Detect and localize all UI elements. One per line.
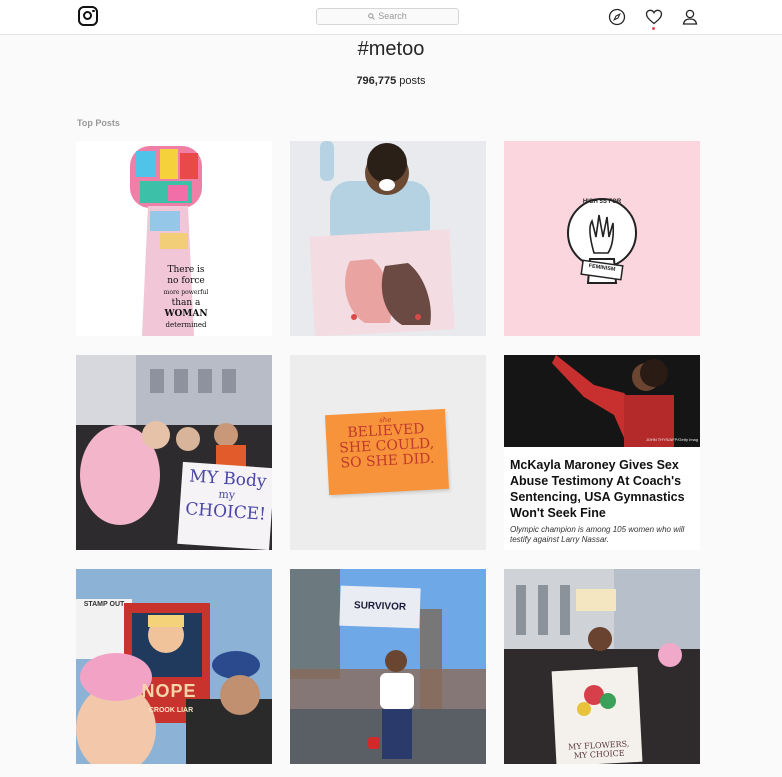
hashtag-title: #metoo [357, 38, 425, 60]
instagram-logo-icon[interactable] [78, 6, 98, 26]
post-tile[interactable]: There is no force more powerful than a W… [76, 141, 272, 336]
fist-text-line: more powerful [163, 289, 209, 296]
post-tile[interactable] [290, 141, 486, 336]
fist-text-line: no force [167, 276, 205, 286]
post-image-child-with-poster [290, 141, 486, 336]
news-headline: McKayla Maroney Gives Sex Abuse Testimon… [510, 458, 685, 520]
post-tile[interactable]: JOHN THYS/AFP/Getty Imag McKayla Maroney… [504, 355, 700, 550]
news-subline: Olympic champion is among 105 women who … [510, 525, 685, 544]
fist-text-line: WOMAN [164, 309, 208, 319]
fist-text-line: than a [171, 298, 201, 308]
search-placeholder: Search [378, 11, 407, 21]
section-label-top-posts: Top Posts [77, 118, 120, 128]
post-image-nope-sign [76, 569, 272, 764]
quote-card: she BELIEVED SHE COULD, SO SHE DID. [324, 408, 450, 496]
post-tile[interactable]: SURVIVOR [290, 569, 486, 764]
heart-icon[interactable] [645, 8, 663, 26]
top-navigation-bar: Search [0, 0, 782, 35]
badge-top-text: HIGH 5S FOR [582, 199, 622, 205]
post-tile[interactable]: MY Body my CHOICE! [76, 355, 272, 550]
fist-text-line: determined [165, 321, 207, 329]
fist-text-line: There is [167, 265, 205, 275]
post-image-feminism-badge [567, 198, 637, 284]
post-count: 796,775 posts [0, 75, 782, 87]
protest-sign: MY Body my CHOICE! [177, 461, 272, 550]
post-tile[interactable]: MY FLOWERS, MY CHOICE [504, 569, 700, 764]
post-count-suffix: posts [396, 75, 426, 87]
survivor-sign: SURVIVOR [339, 585, 421, 629]
compass-icon[interactable] [608, 8, 626, 26]
photo-credit: JOHN THYS/AFP/Getty Imag [645, 437, 698, 442]
activity-notification-dot [652, 27, 655, 30]
post-tile[interactable]: she BELIEVED SHE COULD, SO SHE DID. [290, 355, 486, 550]
post-count-number: 796,775 [356, 75, 397, 87]
post-tile[interactable]: HIGH 5S FOR FEMINISM [504, 141, 700, 336]
nope-text: NOPE [141, 681, 197, 701]
search-input[interactable]: Search [316, 8, 459, 25]
sign-top-text: STAMP OUT [83, 601, 125, 608]
post-image-flowers-sign [504, 569, 700, 764]
user-icon[interactable] [681, 8, 699, 26]
post-tile[interactable]: STAMP OUT NOPE CROOK LIAR [76, 569, 272, 764]
search-icon [368, 13, 376, 20]
sign-bottom-text: CROOK LIAR [148, 707, 194, 714]
